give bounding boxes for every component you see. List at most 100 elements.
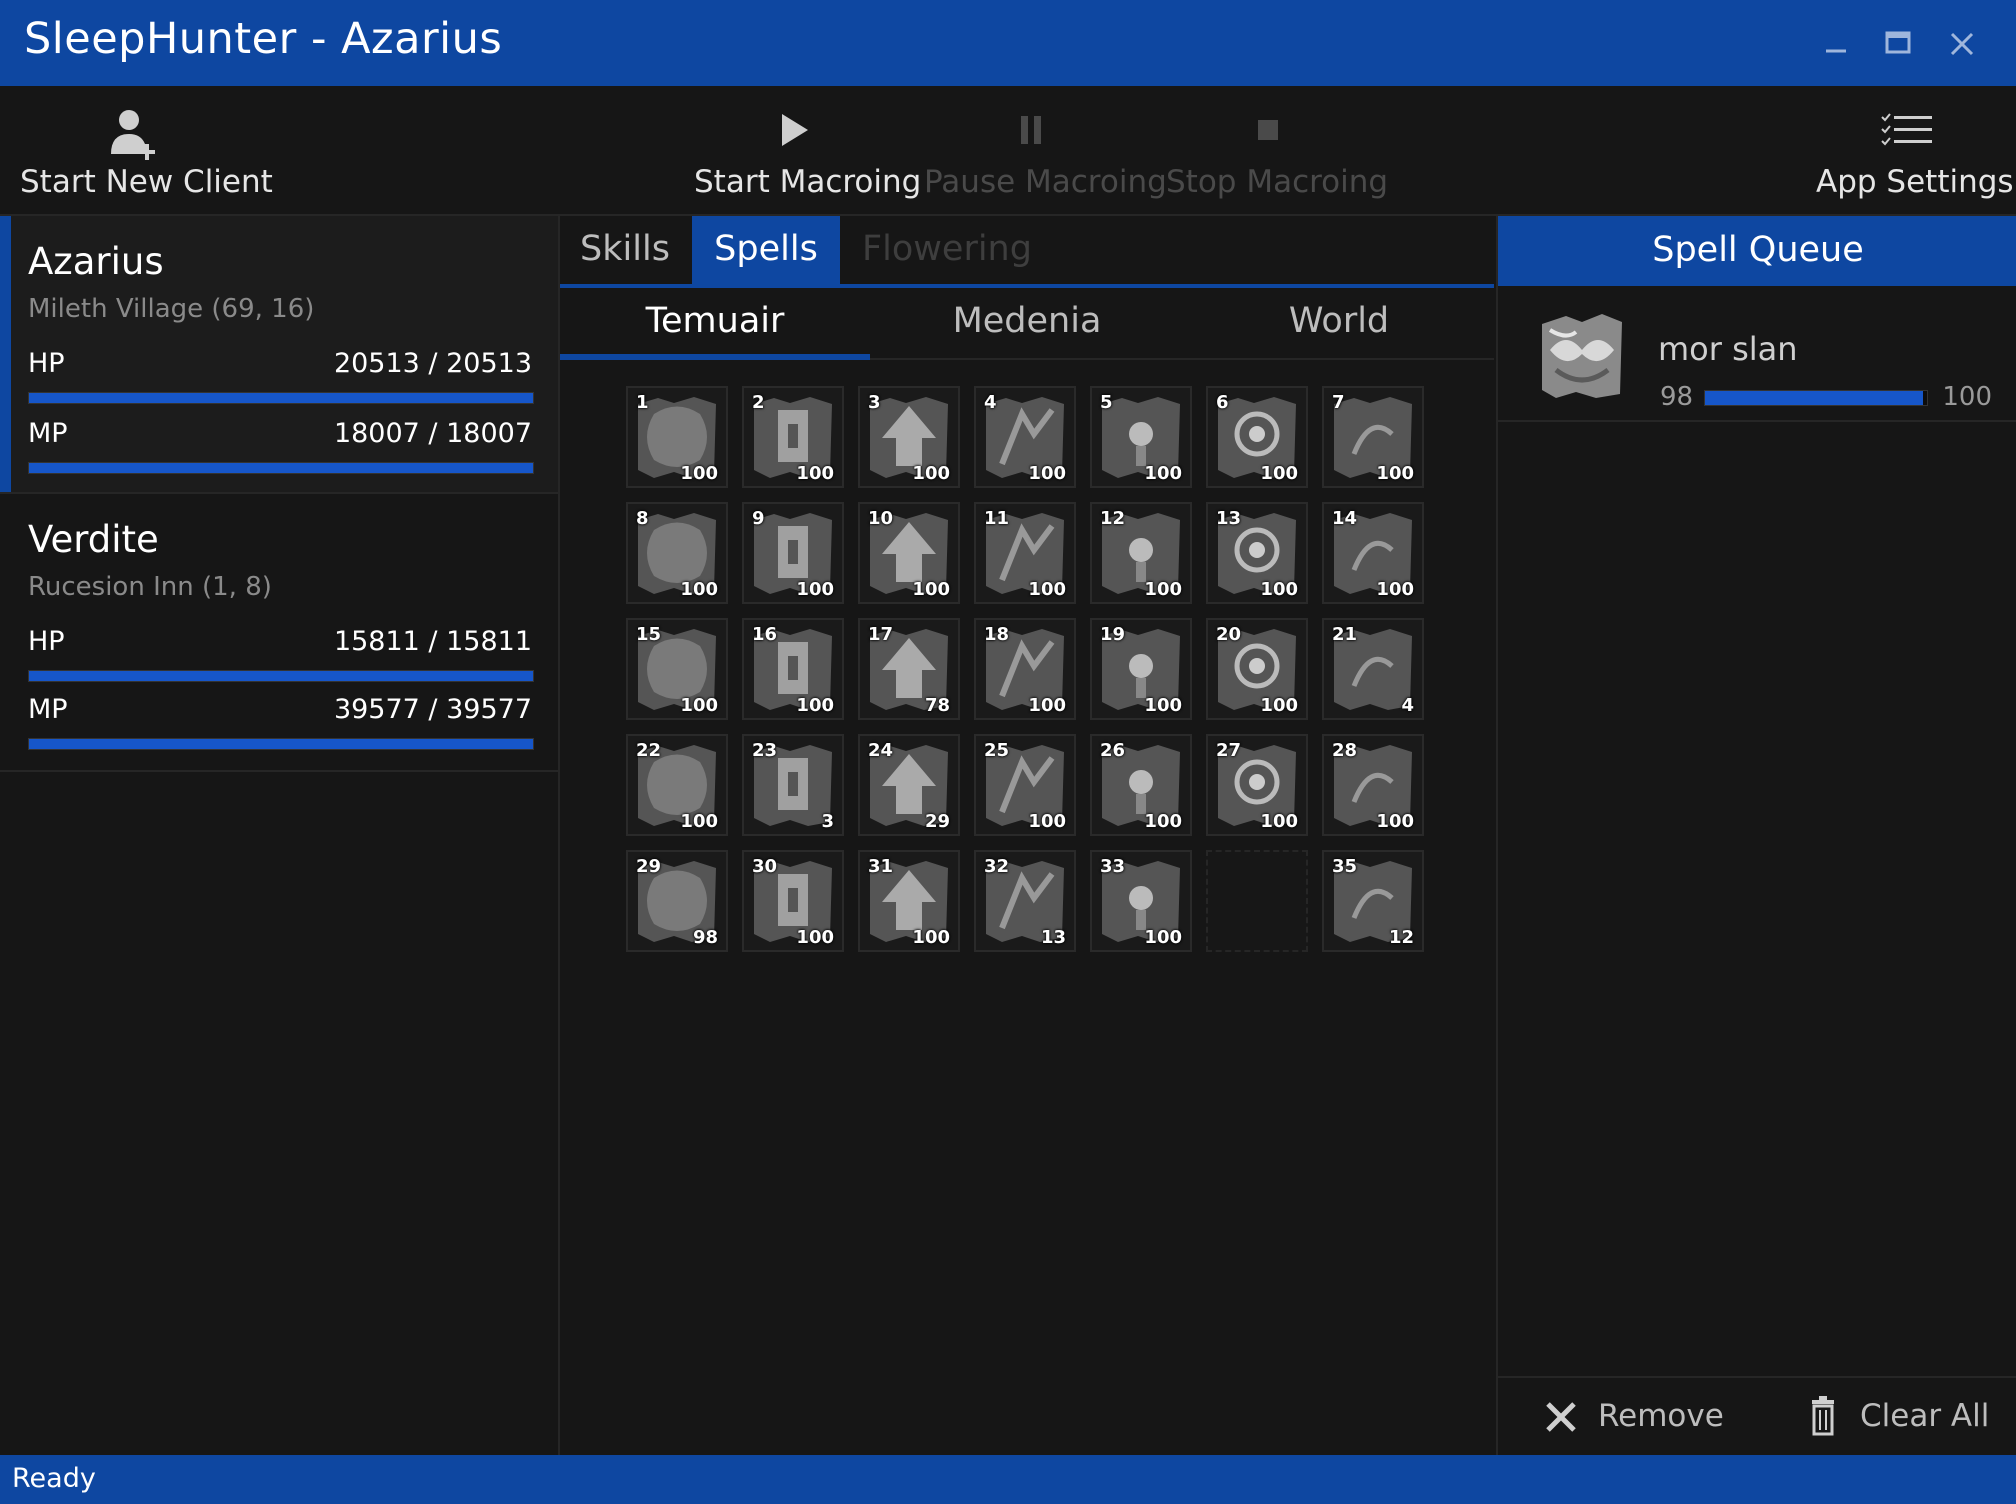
spell-slot-level: 100 [1028,463,1066,484]
queue-item[interactable]: mor slan 98 100 [1498,288,2016,422]
spell-slot-number: 15 [636,624,662,645]
spell-slot-level: 100 [680,811,718,832]
minimize-button[interactable] [1816,24,1856,64]
tab-spells[interactable]: Spells [692,216,840,284]
spell-slot-level: 100 [1144,927,1182,948]
main-panel: Skills Spells Flowering Temuair Medenia … [560,216,1494,1455]
spell-slot-number: 9 [752,508,765,529]
spell-slot-number: 29 [636,856,662,877]
spell-slot-number: 31 [868,856,894,877]
spell-slot-number: 18 [984,624,1010,645]
spell-slot-level: 100 [1144,695,1182,716]
spell-slot[interactable]: 7 100 [1322,386,1424,488]
status-text: Ready [12,1463,96,1494]
app-settings-button[interactable]: App Settings [1816,86,2014,214]
toolbar: Start New Client Start Macroing Pause Ma… [0,86,2016,216]
spell-slot[interactable]: 3 100 [858,386,960,488]
tab-world[interactable]: World [1184,288,1494,358]
spell-slot[interactable]: 12 100 [1090,502,1192,604]
hp-value: 20513 / 20513 [333,348,532,379]
spell-slot[interactable]: 28 100 [1322,734,1424,836]
spell-slot-level: 100 [1376,463,1414,484]
spell-slot[interactable]: 15 100 [626,618,728,720]
spell-slot-level: 13 [1040,927,1066,948]
spell-slot[interactable]: 10 100 [858,502,960,604]
spell-slot[interactable]: 8 100 [626,502,728,604]
spell-slot[interactable]: 18 100 [974,618,1076,720]
spell-slot[interactable]: 21 4 [1322,618,1424,720]
spell-slot-level: 100 [680,463,718,484]
spell-slot[interactable]: 23 3 [742,734,844,836]
start-new-client-label: Start New Client [20,164,273,200]
remove-button[interactable]: Remove [1542,1392,1732,1442]
spell-slot[interactable]: 35 12 [1322,850,1424,952]
spell-slot-number: 23 [752,740,778,761]
spell-queue-panel: Spell Queue mor slan 98 100 Remove Clear… [1496,216,2016,1455]
spell-slot-number: 3 [868,392,881,413]
spell-slot[interactable]: 19 100 [1090,618,1192,720]
spell-slot[interactable]: 6 100 [1206,386,1308,488]
spell-slot[interactable]: 27 100 [1206,734,1308,836]
spell-slot[interactable]: 29 98 [626,850,728,952]
minimize-icon [1826,49,1846,53]
clear-all-button[interactable]: Clear All [1804,1392,2004,1442]
spell-slot-number: 20 [1216,624,1242,645]
spell-slot-level: 98 [692,927,718,948]
spell-slot-level: 4 [1401,695,1414,716]
spell-slot[interactable]: 9 100 [742,502,844,604]
spell-slot[interactable]: 31 100 [858,850,960,952]
spell-slot-level: 100 [796,463,834,484]
spell-slot[interactable]: 32 13 [974,850,1076,952]
start-macroing-button[interactable]: Start Macroing [694,86,921,214]
spell-slot[interactable]: 5 100 [1090,386,1192,488]
hp-bar [28,392,534,404]
client-item-azarius[interactable]: Azarius Mileth Village (69, 16) HP 20513… [0,216,558,494]
mp-value: 18007 / 18007 [333,418,532,449]
spell-slot-level: 100 [1260,463,1298,484]
spell-slot[interactable]: 13 100 [1206,502,1308,604]
spell-slot[interactable]: 22 100 [626,734,728,836]
spell-slot[interactable]: 14 100 [1322,502,1424,604]
spell-slot[interactable]: 25 100 [974,734,1076,836]
spell-slot-level: 100 [796,695,834,716]
mp-bar [28,738,534,750]
stop-macroing-label: Stop Macroing [1166,164,1389,200]
spell-slot-number: 19 [1100,624,1126,645]
mp-label: MP [28,418,68,449]
tab-skills[interactable]: Skills [560,216,690,284]
maximize-button[interactable] [1878,24,1918,64]
spell-slot-level: 12 [1388,927,1414,948]
spell-slot-number: 35 [1332,856,1358,877]
spell-slot[interactable]: 33 100 [1090,850,1192,952]
pause-macroing-button[interactable]: Pause Macroing [924,86,1167,214]
region-tabs: Temuair Medenia World [560,288,1494,360]
spell-slot[interactable]: 30 100 [742,850,844,952]
start-new-client-button[interactable]: Start New Client [20,86,273,214]
spell-slot-level: 100 [1028,579,1066,600]
spell-slot-number: 2 [752,392,765,413]
tab-temuair[interactable]: Temuair [560,288,870,360]
spell-slot[interactable]: 1 100 [626,386,728,488]
spell-slot[interactable]: 4 100 [974,386,1076,488]
add-user-icon [111,110,155,160]
spell-slot-number: 17 [868,624,894,645]
spell-slot-number: 25 [984,740,1010,761]
spell-slot[interactable]: 17 78 [858,618,960,720]
client-item-verdite[interactable]: Verdite Rucesion Inn (1, 8) HP 15811 / 1… [0,494,558,772]
spell-slot[interactable]: 2 100 [742,386,844,488]
spell-slot[interactable]: 24 29 [858,734,960,836]
spell-slot-level: 100 [680,579,718,600]
spell-slot[interactable]: 16 100 [742,618,844,720]
tab-medenia[interactable]: Medenia [872,288,1182,358]
spell-slot-level: 100 [1376,811,1414,832]
spell-slot-number: 11 [984,508,1010,529]
close-button[interactable] [1942,24,1982,64]
spell-slot[interactable]: 11 100 [974,502,1076,604]
tab-flowering[interactable]: Flowering [842,216,1052,284]
spell-slot-empty[interactable] [1206,850,1308,952]
stop-macroing-button[interactable]: Stop Macroing [1166,86,1389,214]
spell-slot[interactable]: 20 100 [1206,618,1308,720]
spell-slot-level: 3 [821,811,834,832]
spell-slot[interactable]: 26 100 [1090,734,1192,836]
spell-slot-level: 100 [1260,695,1298,716]
